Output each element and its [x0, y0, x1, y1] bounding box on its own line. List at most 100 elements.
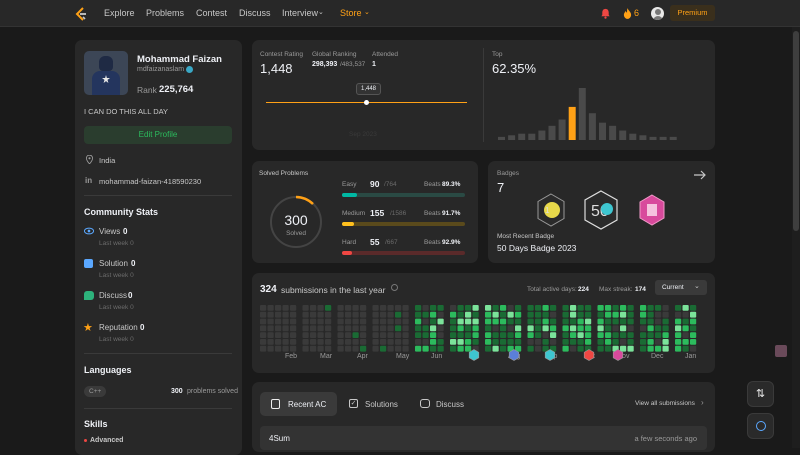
heatmap-cell[interactable] — [507, 318, 514, 325]
chevron-down-icon[interactable]: ⌄ — [364, 8, 370, 16]
nav-store[interactable]: Store — [340, 8, 362, 18]
rating-point[interactable] — [364, 100, 369, 105]
chevron-right-icon[interactable]: › — [701, 398, 704, 407]
heatmap-cell[interactable] — [345, 332, 352, 338]
heatmap-cell[interactable] — [577, 332, 584, 338]
heatmap-cell[interactable] — [492, 311, 499, 318]
heatmap-cell[interactable] — [282, 345, 289, 352]
heatmap-cell[interactable] — [337, 345, 344, 352]
heatmap-cell[interactable] — [612, 311, 619, 318]
heatmap-cell[interactable] — [647, 318, 654, 325]
heatmap-cell[interactable] — [372, 325, 379, 332]
nav-problems[interactable]: Problems — [146, 8, 184, 18]
heatmap-cell[interactable] — [620, 318, 627, 325]
heatmap-cell[interactable] — [620, 339, 627, 345]
heatmap-cell[interactable] — [662, 345, 669, 352]
heatmap-cell[interactable] — [325, 325, 332, 332]
arrow-right-icon[interactable] — [694, 170, 706, 180]
heatmap-cell[interactable] — [507, 332, 514, 338]
heatmap-cell[interactable] — [325, 311, 332, 318]
heatmap-cell[interactable] — [352, 332, 359, 338]
heatmap-cell[interactable] — [422, 325, 429, 332]
heatmap-cell[interactable] — [655, 345, 662, 352]
heatmap-cell[interactable] — [640, 311, 647, 318]
heatmap-cell[interactable] — [647, 325, 654, 332]
heatmap-cell[interactable] — [682, 332, 689, 338]
heatmap-cell[interactable] — [422, 332, 429, 338]
heatmap-cell[interactable] — [472, 311, 479, 318]
heatmap-cell[interactable] — [372, 339, 379, 345]
heatmap-cell[interactable] — [422, 311, 429, 318]
heatmap-cell[interactable] — [655, 305, 662, 311]
heatmap-cell[interactable] — [485, 311, 492, 318]
heatmap-cell[interactable] — [647, 305, 654, 311]
heatmap-cell[interactable] — [485, 305, 492, 311]
gift-icon[interactable] — [775, 345, 787, 357]
heatmap-cell[interactable] — [535, 318, 542, 325]
heatmap-cell[interactable] — [550, 325, 557, 332]
linkedin-link[interactable]: mohammad-faizan-418590230 — [99, 177, 201, 186]
heatmap-cell[interactable] — [605, 339, 612, 345]
heatmap-cell[interactable] — [360, 325, 367, 332]
heatmap-cell[interactable] — [310, 305, 317, 311]
heatmap-cell[interactable] — [662, 325, 669, 332]
heatmap-cell[interactable] — [515, 305, 522, 311]
bell-icon[interactable] — [600, 8, 611, 19]
heatmap-cell[interactable] — [325, 332, 332, 338]
heatmap-cell[interactable] — [472, 325, 479, 332]
heatmap-cell[interactable] — [627, 332, 634, 338]
heatmap-cell[interactable] — [640, 305, 647, 311]
heatmap-cell[interactable] — [325, 345, 332, 352]
heatmap-cell[interactable] — [317, 311, 324, 318]
heatmap-cell[interactable] — [345, 325, 352, 332]
badge-marker-icon[interactable] — [508, 349, 520, 361]
heatmap-cell[interactable] — [527, 318, 534, 325]
nav-interview[interactable]: Interview — [282, 8, 318, 18]
scrollbar-thumb[interactable] — [793, 31, 799, 231]
heatmap-cell[interactable] — [395, 311, 402, 318]
heatmap-cell[interactable] — [345, 311, 352, 318]
nav-explore[interactable]: Explore — [104, 8, 135, 18]
heatmap-cell[interactable] — [690, 339, 697, 345]
premium-button[interactable]: Premium — [670, 5, 715, 21]
heatmap-cell[interactable] — [310, 318, 317, 325]
heatmap-cell[interactable] — [275, 339, 282, 345]
heatmap-cell[interactable] — [430, 332, 437, 338]
heatmap-cell[interactable] — [372, 345, 379, 352]
info-icon[interactable] — [391, 284, 398, 291]
heatmap-cell[interactable] — [550, 332, 557, 338]
heatmap-cell[interactable] — [647, 345, 654, 352]
heatmap-cell[interactable] — [640, 339, 647, 345]
heatmap-cell[interactable] — [662, 339, 669, 345]
heatmap-cell[interactable] — [325, 318, 332, 325]
badge-marker-icon[interactable] — [612, 349, 624, 361]
heatmap-cell[interactable] — [415, 305, 422, 311]
heatmap-cell[interactable] — [562, 311, 569, 318]
heatmap-cell[interactable] — [402, 318, 409, 325]
heatmap-cell[interactable] — [535, 305, 542, 311]
heatmap-cell[interactable] — [450, 311, 457, 318]
heatmap-cell[interactable] — [380, 311, 387, 318]
heatmap-cell[interactable] — [387, 325, 394, 332]
heatmap-cell[interactable] — [395, 318, 402, 325]
heatmap-cell[interactable] — [302, 332, 309, 338]
heatmap-cell[interactable] — [360, 345, 367, 352]
heatmap-cell[interactable] — [647, 339, 654, 345]
heatmap-cell[interactable] — [620, 305, 627, 311]
heatmap-cell[interactable] — [437, 339, 444, 345]
heatmap-cell[interactable] — [267, 345, 274, 352]
heatmap-cell[interactable] — [570, 305, 577, 311]
heatmap-cell[interactable] — [500, 311, 507, 318]
heatmap-cell[interactable] — [415, 318, 422, 325]
heatmap-cell[interactable] — [675, 345, 682, 352]
heatmap-cell[interactable] — [507, 311, 514, 318]
heatmap-cell[interactable] — [387, 311, 394, 318]
heatmap-cell[interactable] — [675, 332, 682, 338]
heatmap-cell[interactable] — [317, 332, 324, 338]
tab-recent-ac[interactable]: Recent AC — [260, 392, 337, 416]
heatmap-cell[interactable] — [507, 305, 514, 311]
heatmap-cell[interactable] — [430, 318, 437, 325]
heatmap-cell[interactable] — [620, 325, 627, 332]
heatmap-cell[interactable] — [402, 339, 409, 345]
heatmap-cell[interactable] — [562, 305, 569, 311]
